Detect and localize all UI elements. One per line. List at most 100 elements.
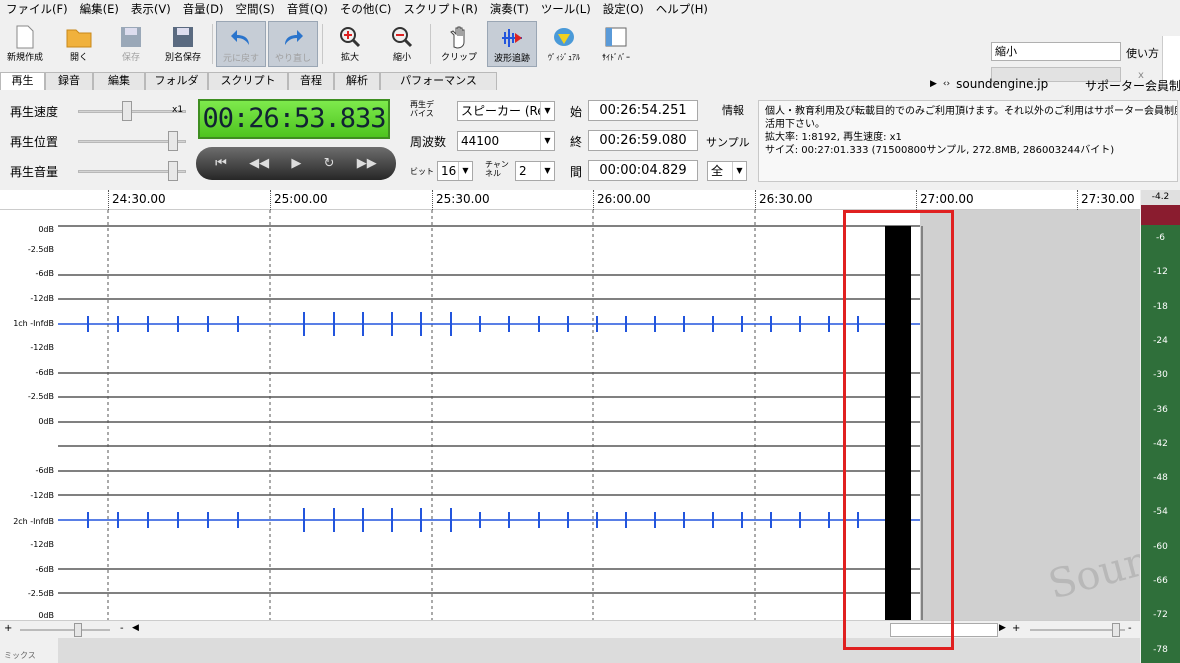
menu-item[interactable]: 音量(D) <box>177 0 230 18</box>
ruler-tick: 25:00.00 <box>270 190 328 210</box>
tab-performance[interactable]: パフォーマンス <box>380 72 497 90</box>
menu-item[interactable]: ツール(L) <box>535 0 597 18</box>
site-link[interactable]: ▶ ‹› soundengine.jp <box>930 77 1048 91</box>
meter-tick: -24 <box>1153 335 1168 346</box>
start-time-field[interactable]: 00:26:54.251 <box>588 100 698 121</box>
meter-tick: -66 <box>1153 576 1168 586</box>
supporter-link[interactable]: サポーター会員制度 <box>1085 77 1180 94</box>
new-button[interactable]: 新規作成 <box>0 21 50 67</box>
timeline-ruler[interactable]: 24:30.00 25:00.00 25:30.00 26:00.00 26:3… <box>0 190 1140 210</box>
position-slider-thumb[interactable] <box>168 131 178 151</box>
bottom-zoom-thumb[interactable] <box>74 623 82 637</box>
mix-label: ミックス <box>4 651 36 660</box>
meter-tick: -54 <box>1153 507 1168 518</box>
end-label: 終 <box>570 135 583 149</box>
bit-select[interactable]: 16 ▼ <box>437 161 473 181</box>
vzoom-minus-icon[interactable]: - <box>1128 623 1132 634</box>
zoom-out-button[interactable]: 縮小 <box>377 21 427 67</box>
sidebar-button[interactable]: ｻｲﾄﾞﾊﾞｰ <box>591 21 641 67</box>
save-as-icon <box>170 24 196 50</box>
zoom-plus-icon[interactable]: + <box>4 623 12 634</box>
speed-slider-thumb[interactable] <box>122 101 132 121</box>
zoom-out-icon <box>389 24 415 50</box>
length-field[interactable]: 00:00:04.829 <box>588 160 698 181</box>
highlight-box <box>843 210 954 650</box>
tab-record[interactable]: 録音 <box>45 72 93 90</box>
horizontal-scrollbar[interactable]: + - ◀ ▶ + - <box>0 620 1140 638</box>
transport-controls: ⏮ ◀◀ ▶ ↻ ▶▶ <box>196 147 396 180</box>
save-button[interactable]: 保存 <box>106 21 156 67</box>
menu-item[interactable]: スクリプト(R) <box>397 0 483 18</box>
db-label: -12dB <box>30 294 54 303</box>
hand-icon <box>446 24 472 50</box>
menu-item[interactable]: 設定(O) <box>597 0 650 18</box>
bottom-zoom-slider[interactable] <box>20 629 110 631</box>
menu-item[interactable]: 演奏(T) <box>484 0 535 18</box>
unit-select[interactable]: 全 ▼ <box>707 161 747 181</box>
open-button[interactable]: 開く <box>54 21 104 67</box>
meter-tick: -18 <box>1153 301 1168 312</box>
tab-pitch[interactable]: 音程 <box>288 72 334 90</box>
repeat-icon[interactable]: ↻ <box>324 156 335 171</box>
info-line: 活用下さい。 <box>765 119 825 130</box>
meter-tick: -78 <box>1153 644 1168 655</box>
rewind-icon[interactable]: ◀◀ <box>249 156 269 171</box>
tab-analysis[interactable]: 解析 <box>334 72 380 90</box>
freq-select[interactable]: 44100 ▼ <box>457 131 555 151</box>
menu-item[interactable]: 空間(S) <box>230 0 281 18</box>
menu-item[interactable]: ファイル(F) <box>0 0 74 18</box>
ruler-tick: 27:00.00 <box>916 190 974 210</box>
scroll-left-icon[interactable]: ◀ <box>132 623 139 633</box>
tab-folder[interactable]: フォルダ <box>145 72 208 90</box>
menu-item[interactable]: 編集(E) <box>74 0 125 18</box>
redo-button[interactable]: やり直し <box>268 21 318 67</box>
tab-script[interactable]: スクリプト <box>208 72 288 90</box>
clip-button[interactable]: クリップ <box>434 21 484 67</box>
ruler-tick: 25:30.00 <box>432 190 490 210</box>
end-time-field[interactable]: 00:26:59.080 <box>588 130 698 151</box>
wave-follow-button[interactable]: 波形追跡 <box>487 21 537 67</box>
freq-label: 周波数 <box>410 135 447 149</box>
device-select[interactable]: スピーカー (Realt ▼ <box>457 101 555 121</box>
menu-item[interactable]: 音質(Q) <box>281 0 334 18</box>
usage-link[interactable]: 使い方 <box>1126 45 1159 61</box>
meter-peak: -4.2 <box>1141 190 1180 205</box>
play-arrow-icon: ▶ <box>930 79 937 89</box>
undo-icon <box>228 25 254 51</box>
speed-slider[interactable] <box>78 110 186 113</box>
tab-play[interactable]: 再生 <box>0 72 45 90</box>
start-label: 始 <box>570 105 583 119</box>
meter-tick: -42 <box>1153 438 1168 449</box>
zoom-minus-icon[interactable]: - <box>120 623 124 634</box>
info-line: 個人・教育利用及び転載目的でのみご利用頂けます。それ以外のご利用はサポーター会員… <box>765 106 1178 117</box>
position-label: 再生位置 <box>10 135 59 149</box>
save-as-button[interactable]: 別名保存 <box>158 21 208 67</box>
channel-select[interactable]: 2 ▼ <box>515 161 555 181</box>
vertical-zoom-slider[interactable] <box>1030 629 1125 631</box>
waveform-area[interactable]: Soun <box>58 210 1140 620</box>
menu-item[interactable]: 表示(V) <box>125 0 177 18</box>
info-button[interactable]: 情報 <box>722 102 744 118</box>
tab-bar: 再生 録音 編集 フォルダ スクリプト 音程 解析 パフォーマンス <box>0 72 497 90</box>
undo-button[interactable]: 元に戻す <box>216 21 266 67</box>
ruler-tick: 24:30.00 <box>108 190 166 210</box>
fast-forward-icon[interactable]: ▶▶ <box>357 156 377 171</box>
play-icon[interactable]: ▶ <box>291 156 301 171</box>
vzoom-plus-icon[interactable]: + <box>1012 623 1020 634</box>
meter-tick: -6 <box>1156 233 1165 243</box>
zoom-level-field[interactable]: 縮小 <box>991 42 1121 61</box>
visual-button[interactable]: ｳﾞｨｼﾞｭｱﾙ <box>539 21 589 67</box>
level-meter: -4.2 -6 -12 -18 -24 -30 -36 -42 -48 -54 -60 -66 -72… <box>1141 190 1180 663</box>
skip-start-icon[interactable]: ⏮ <box>215 156 227 171</box>
meter-tick: -72 <box>1153 610 1168 621</box>
ruler-tick: 26:30.00 <box>755 190 813 210</box>
menu-item[interactable]: その他(C) <box>334 0 398 18</box>
scroll-right-icon[interactable]: ▶ <box>999 623 1006 633</box>
chevron-down-icon: ▼ <box>540 162 554 180</box>
zoom-in-button[interactable]: 拡大 <box>325 21 375 67</box>
tab-edit[interactable]: 編集 <box>93 72 145 90</box>
volume-slider-thumb[interactable] <box>168 161 178 181</box>
vertical-zoom-thumb[interactable] <box>1112 623 1120 637</box>
sample-button[interactable]: サンプル <box>706 134 750 150</box>
menu-item[interactable]: ヘルプ(H) <box>650 0 714 18</box>
